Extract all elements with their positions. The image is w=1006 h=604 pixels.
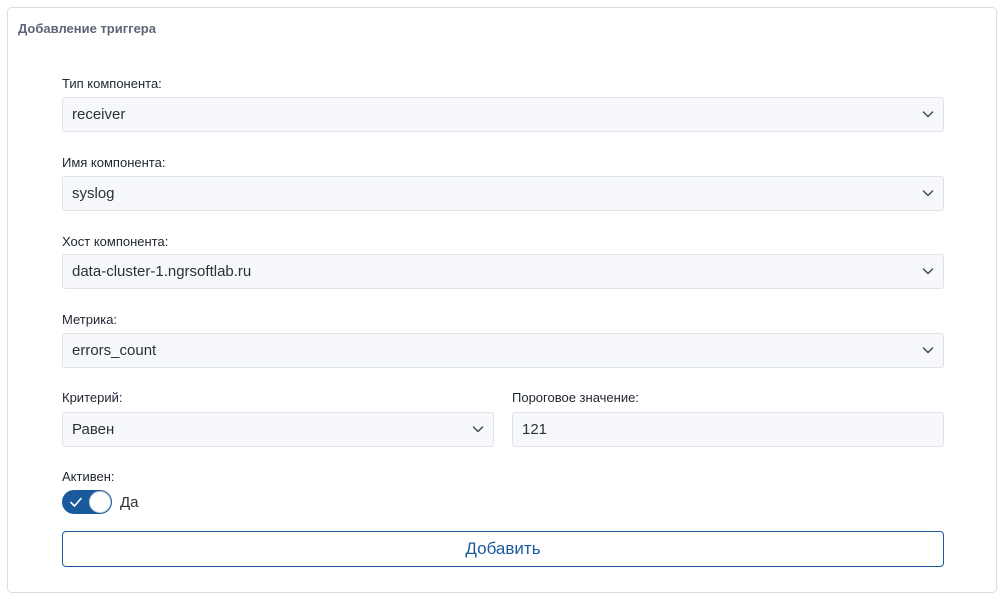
component-name-label: Имя компонента: bbox=[62, 155, 166, 170]
threshold-label: Пороговое значение: bbox=[512, 390, 639, 405]
card-title: Добавление триггера bbox=[18, 21, 156, 36]
criterion-value: Равен bbox=[72, 421, 115, 438]
component-type-select[interactable]: receiver bbox=[62, 97, 944, 132]
chevron-down-icon bbox=[922, 347, 934, 354]
criterion-label: Критерий: bbox=[62, 390, 123, 405]
threshold-value: 121 bbox=[522, 421, 548, 438]
chevron-down-icon bbox=[922, 111, 934, 118]
toggle-knob bbox=[89, 491, 111, 513]
threshold-input[interactable]: 121 bbox=[512, 412, 944, 447]
chevron-down-icon bbox=[922, 268, 934, 275]
component-name-value: syslog bbox=[72, 185, 115, 202]
check-icon bbox=[70, 497, 82, 507]
active-toggle[interactable] bbox=[62, 490, 112, 514]
active-state-label: Да bbox=[120, 494, 139, 511]
chevron-down-icon bbox=[472, 426, 484, 433]
component-host-label: Хост компонента: bbox=[62, 234, 169, 249]
metric-label: Метрика: bbox=[62, 312, 118, 327]
chevron-down-icon bbox=[922, 190, 934, 197]
component-host-select[interactable]: data-cluster-1.ngrsoftlab.ru bbox=[62, 254, 944, 289]
metric-select[interactable]: errors_count bbox=[62, 333, 944, 368]
active-label: Активен: bbox=[62, 469, 115, 484]
component-host-value: data-cluster-1.ngrsoftlab.ru bbox=[72, 263, 252, 280]
component-name-select[interactable]: syslog bbox=[62, 176, 944, 211]
criterion-select[interactable]: Равен bbox=[62, 412, 494, 447]
add-trigger-card bbox=[7, 7, 997, 593]
component-type-value: receiver bbox=[72, 106, 126, 123]
component-type-label: Тип компонента: bbox=[62, 76, 162, 91]
metric-value: errors_count bbox=[72, 342, 157, 359]
add-button[interactable]: Добавить bbox=[62, 531, 944, 567]
